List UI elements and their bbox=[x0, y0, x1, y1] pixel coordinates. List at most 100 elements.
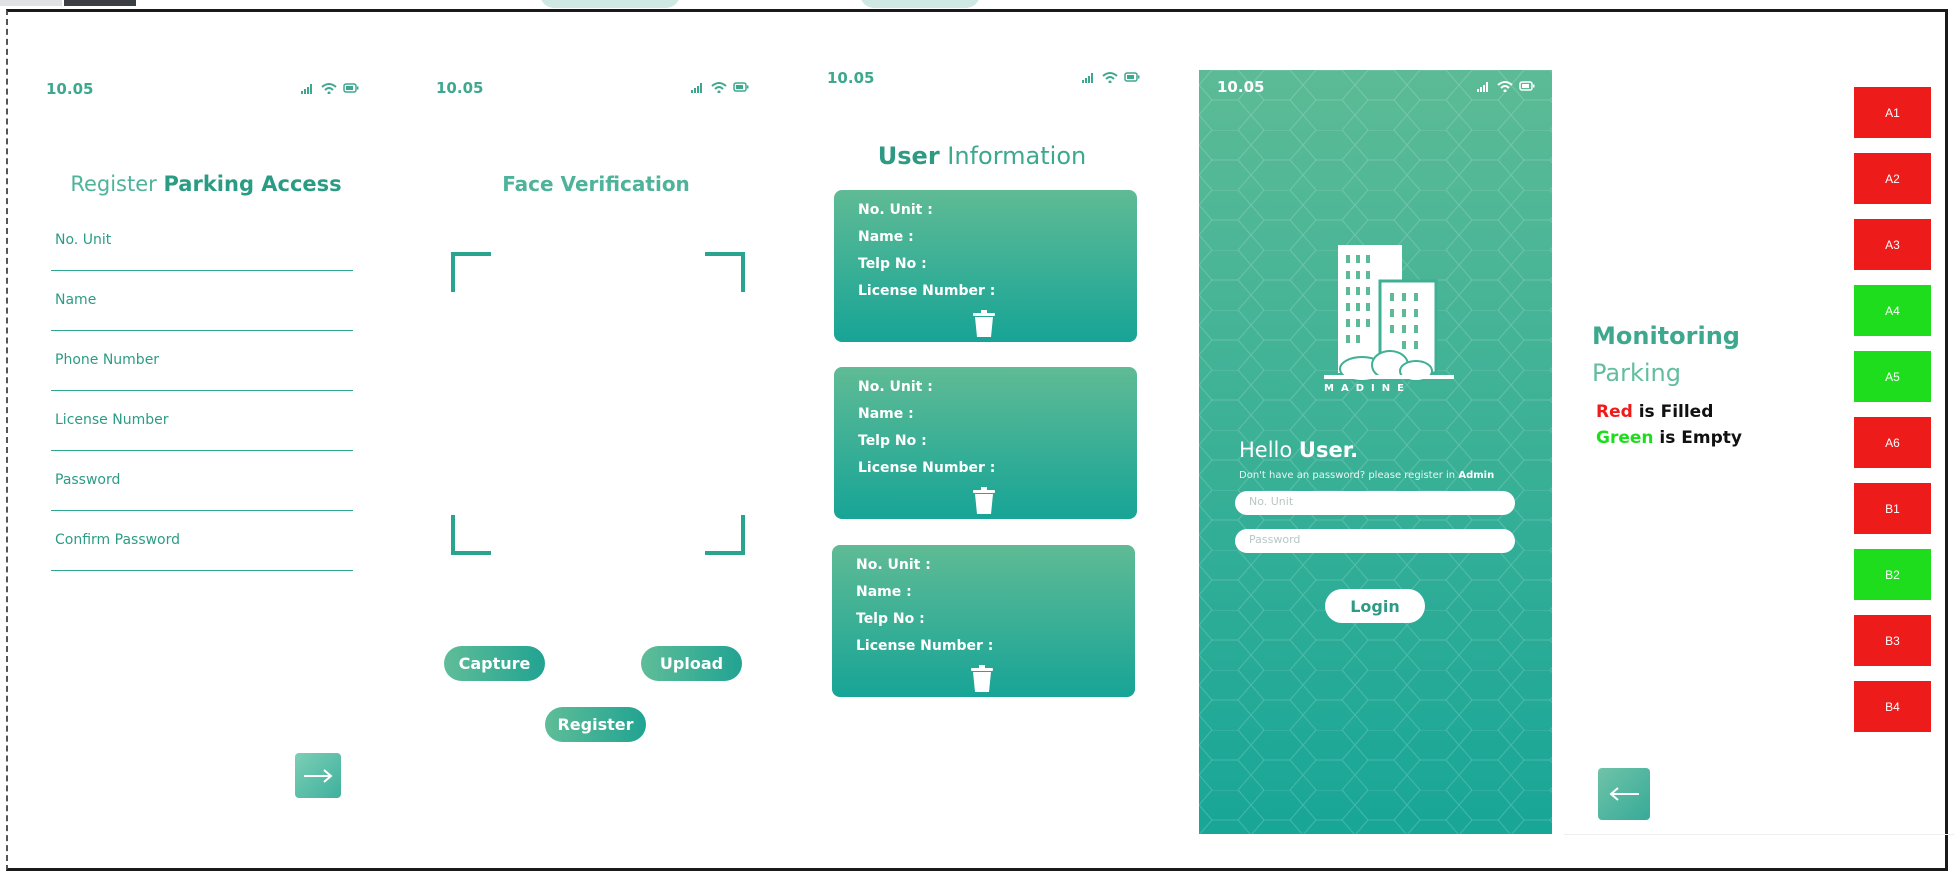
hint-text: Don't have an password? please register … bbox=[1239, 470, 1456, 481]
legend-filled: Red is Filled bbox=[1596, 402, 1713, 422]
card-telp: Telp No : bbox=[858, 433, 927, 449]
trash-icon[interactable] bbox=[972, 310, 996, 338]
input-placeholder: No. Unit bbox=[1249, 495, 1294, 508]
monitoring-title: Monitoring bbox=[1592, 322, 1740, 350]
arrow-left-icon bbox=[1609, 787, 1639, 801]
page-title: User Information bbox=[827, 142, 1137, 170]
status-bar: 10.05 bbox=[1199, 78, 1552, 98]
title-light: Register bbox=[70, 172, 157, 196]
parking-slot: B4 bbox=[1854, 681, 1931, 732]
parking-slot: A3 bbox=[1854, 219, 1931, 270]
status-icons bbox=[1082, 71, 1140, 83]
wifi-icon bbox=[1497, 81, 1513, 92]
wifi-icon bbox=[711, 82, 727, 93]
card-license: License Number : bbox=[858, 460, 996, 476]
camera-frame-corner-bottom-right bbox=[705, 515, 745, 555]
legend-red-word: Red bbox=[1596, 402, 1633, 422]
parking-title: Parking bbox=[1592, 359, 1681, 387]
admin-link[interactable]: Admin bbox=[1458, 470, 1494, 481]
user-card: No. Unit : Name : Telp No : License Numb… bbox=[834, 367, 1137, 519]
field-label: License Number bbox=[55, 412, 169, 428]
battery-icon bbox=[1124, 72, 1140, 82]
signal-icon bbox=[301, 84, 312, 94]
top-tab-light bbox=[0, 0, 62, 6]
parking-slot: B2 bbox=[1854, 549, 1931, 600]
no-unit-input[interactable]: No. Unit bbox=[1235, 491, 1515, 515]
wifi-icon bbox=[1102, 72, 1118, 83]
camera-frame-corner-top-left bbox=[451, 252, 491, 292]
register-hint: Don't have an password? please register … bbox=[1239, 470, 1494, 481]
title-bold: User bbox=[877, 142, 940, 170]
field-label: Password bbox=[55, 472, 121, 488]
camera-frame-corner-bottom-left bbox=[451, 515, 491, 555]
input-placeholder: Password bbox=[1249, 533, 1301, 546]
parking-slot: A1 bbox=[1854, 87, 1931, 138]
wifi-icon bbox=[321, 83, 337, 94]
battery-icon bbox=[733, 82, 749, 92]
password-input[interactable]: Password bbox=[1235, 529, 1515, 553]
field-label: No. Unit bbox=[55, 232, 112, 248]
card-no-unit: No. Unit : bbox=[858, 379, 933, 395]
page-title: Face Verification bbox=[502, 172, 690, 196]
card-license: License Number : bbox=[856, 638, 994, 654]
user-information-screen: 10.05 User Information No. Unit : Name :… bbox=[827, 62, 1140, 822]
status-icons bbox=[1477, 80, 1535, 92]
register-button[interactable]: Register bbox=[545, 707, 646, 742]
legend-green-text: is Empty bbox=[1659, 428, 1742, 448]
next-button[interactable] bbox=[295, 753, 341, 798]
building-logo-icon bbox=[1324, 245, 1454, 382]
name-field[interactable]: Name bbox=[51, 292, 353, 331]
parking-slot: B1 bbox=[1854, 483, 1931, 534]
card-name: Name : bbox=[858, 406, 914, 422]
card-telp: Telp No : bbox=[858, 256, 927, 272]
trash-icon[interactable] bbox=[972, 487, 996, 515]
parking-slot: A4 bbox=[1854, 285, 1931, 336]
signal-icon bbox=[1082, 73, 1093, 83]
login-screen: 10.05 MADINE Hello User. Don't have an p… bbox=[1199, 70, 1552, 834]
status-time: 10.05 bbox=[436, 79, 484, 97]
title-bold: Parking Access bbox=[163, 172, 342, 196]
capture-button[interactable]: Capture bbox=[444, 646, 545, 681]
field-label: Name bbox=[55, 292, 97, 308]
card-name: Name : bbox=[856, 584, 912, 600]
trash-icon[interactable] bbox=[970, 665, 994, 693]
face-verification-screen: 10.05 Face Verification Capture Upload R… bbox=[436, 62, 756, 822]
card-no-unit: No. Unit : bbox=[858, 202, 933, 218]
license-number-field[interactable]: License Number bbox=[51, 412, 353, 451]
back-button[interactable] bbox=[1598, 768, 1650, 820]
user-card: No. Unit : Name : Telp No : License Numb… bbox=[832, 545, 1135, 697]
user-card: No. Unit : Name : Telp No : License Numb… bbox=[834, 190, 1137, 342]
parking-slot: B3 bbox=[1854, 615, 1931, 666]
top-arc-decoration bbox=[860, 0, 980, 8]
status-time: 10.05 bbox=[827, 69, 875, 87]
signal-icon bbox=[691, 83, 702, 93]
status-icons bbox=[691, 81, 749, 93]
parking-slot: A6 bbox=[1854, 417, 1931, 468]
monitoring-parking-screen: Monitoring Parking Red is Filled Green i… bbox=[1564, 12, 1954, 842]
arrow-right-icon bbox=[304, 768, 333, 783]
greeting-light: Hello bbox=[1239, 438, 1293, 462]
legend-green-word: Green bbox=[1596, 428, 1654, 448]
parking-slot: A5 bbox=[1854, 351, 1931, 402]
status-time: 10.05 bbox=[46, 80, 94, 98]
page-title: Register Parking Access bbox=[46, 172, 366, 196]
greeting: Hello User. bbox=[1239, 438, 1358, 462]
greeting-bold: User. bbox=[1298, 438, 1359, 462]
no-unit-field[interactable]: No. Unit bbox=[51, 232, 353, 271]
upload-button[interactable]: Upload bbox=[641, 646, 742, 681]
password-field[interactable]: Password bbox=[51, 472, 353, 511]
phone-number-field[interactable]: Phone Number bbox=[51, 352, 353, 391]
status-icons bbox=[301, 82, 359, 94]
battery-icon bbox=[343, 83, 359, 93]
battery-icon bbox=[1519, 81, 1535, 91]
status-time: 10.05 bbox=[1217, 78, 1265, 96]
divider bbox=[1564, 834, 1954, 835]
legend-empty: Green is Empty bbox=[1596, 428, 1742, 448]
legend-red-text: is Filled bbox=[1638, 402, 1714, 422]
top-arc-decoration bbox=[540, 0, 680, 8]
camera-frame-corner-top-right bbox=[705, 252, 745, 292]
status-bar: 10.05 bbox=[46, 80, 366, 100]
brand-name: MADINE bbox=[1324, 383, 1411, 394]
confirm-password-field[interactable]: Confirm Password bbox=[51, 532, 353, 571]
login-button[interactable]: Login bbox=[1325, 589, 1425, 623]
